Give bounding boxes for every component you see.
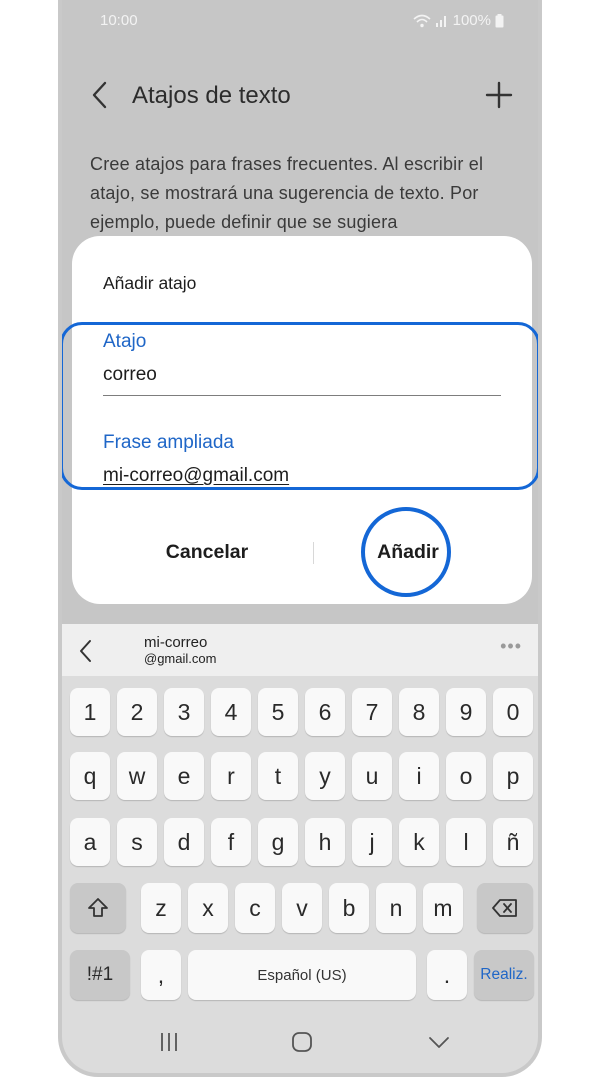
key-l[interactable]: l <box>446 818 486 866</box>
battery-percent: 100% <box>452 12 491 29</box>
key-e[interactable]: e <box>164 752 204 800</box>
suggestion-line1: mi-correo <box>144 634 208 651</box>
key-8[interactable]: 8 <box>399 688 439 736</box>
backspace-icon <box>492 899 517 917</box>
phone-frame: 10:00 100% Atajos de texto Cree atajos p… <box>58 0 542 1077</box>
symbols-key[interactable]: !#1 <box>70 950 130 1000</box>
key-o[interactable]: o <box>446 752 486 800</box>
key-h[interactable]: h <box>305 818 345 866</box>
status-bar: 10:00 100% <box>62 0 538 44</box>
battery-icon <box>495 13 504 27</box>
key-y[interactable]: y <box>305 752 345 800</box>
add-button-highlight <box>361 507 451 597</box>
key-r[interactable]: r <box>211 752 251 800</box>
back-arrow-icon[interactable] <box>88 80 112 110</box>
suggestion-back-icon[interactable] <box>76 638 96 664</box>
key-s[interactable]: s <box>117 818 157 866</box>
recent-apps-icon[interactable] <box>154 1027 184 1057</box>
key-d[interactable]: d <box>164 818 204 866</box>
key-6[interactable]: 6 <box>305 688 345 736</box>
key-j[interactable]: j <box>352 818 392 866</box>
cancel-button[interactable]: Cancelar <box>142 532 272 572</box>
key-f[interactable]: f <box>211 818 251 866</box>
key-5[interactable]: 5 <box>258 688 298 736</box>
wifi-icon <box>413 14 431 27</box>
navigation-bar <box>62 1017 538 1073</box>
add-icon[interactable] <box>484 80 514 110</box>
key-t[interactable]: t <box>258 752 298 800</box>
suggestion-item[interactable]: mi-correo @gmail.com <box>144 635 216 667</box>
key-u[interactable]: u <box>352 752 392 800</box>
backspace-key[interactable] <box>477 883 533 933</box>
done-key[interactable]: Realiz. <box>474 950 534 1000</box>
key-3[interactable]: 3 <box>164 688 204 736</box>
home-icon[interactable] <box>287 1027 317 1057</box>
comma-key[interactable]: , <box>141 950 181 1000</box>
key-9[interactable]: 9 <box>446 688 486 736</box>
suggestion-bar: mi-correo @gmail.com ••• <box>62 624 538 676</box>
key-m[interactable]: m <box>423 883 463 933</box>
status-icons: 100% <box>413 12 504 29</box>
key-n-tilde[interactable]: ñ <box>493 818 533 866</box>
hide-keyboard-icon[interactable] <box>424 1027 454 1057</box>
status-time: 10:00 <box>100 12 138 29</box>
key-7[interactable]: 7 <box>352 688 392 736</box>
key-v[interactable]: v <box>282 883 322 933</box>
space-key[interactable]: Español (US) <box>188 950 416 1000</box>
screen: 10:00 100% Atajos de texto Cree atajos p… <box>62 0 538 1073</box>
key-p[interactable]: p <box>493 752 533 800</box>
shift-key[interactable] <box>70 883 126 933</box>
key-z[interactable]: z <box>141 883 181 933</box>
description-text: Cree atajos para frases frecuentes. Al e… <box>90 154 484 232</box>
period-key[interactable]: . <box>427 950 467 1000</box>
add-shortcut-dialog: Añadir atajo Atajo correo Frase ampliada… <box>62 236 538 604</box>
signal-icon <box>435 15 446 27</box>
key-k[interactable]: k <box>399 818 439 866</box>
keyboard: mi-correo @gmail.com ••• 1 2 3 4 5 6 7 8… <box>62 624 538 1073</box>
button-divider <box>313 542 314 564</box>
key-0[interactable]: 0 <box>493 688 533 736</box>
app-bar: Atajos de texto <box>62 70 538 122</box>
key-n[interactable]: n <box>376 883 416 933</box>
key-b[interactable]: b <box>329 883 369 933</box>
key-a[interactable]: a <box>70 818 110 866</box>
suggestion-line2: @gmail.com <box>144 651 217 666</box>
fields-highlight <box>62 322 538 490</box>
key-1[interactable]: 1 <box>70 688 110 736</box>
key-4[interactable]: 4 <box>211 688 251 736</box>
key-c[interactable]: c <box>235 883 275 933</box>
key-w[interactable]: w <box>117 752 157 800</box>
shift-icon <box>88 898 108 917</box>
key-2[interactable]: 2 <box>117 688 157 736</box>
key-g[interactable]: g <box>258 818 298 866</box>
page-title: Atajos de texto <box>132 82 291 109</box>
more-options-icon[interactable]: ••• <box>500 636 522 657</box>
key-i[interactable]: i <box>399 752 439 800</box>
dialog-title: Añadir atajo <box>103 273 197 293</box>
key-q[interactable]: q <box>70 752 110 800</box>
key-x[interactable]: x <box>188 883 228 933</box>
